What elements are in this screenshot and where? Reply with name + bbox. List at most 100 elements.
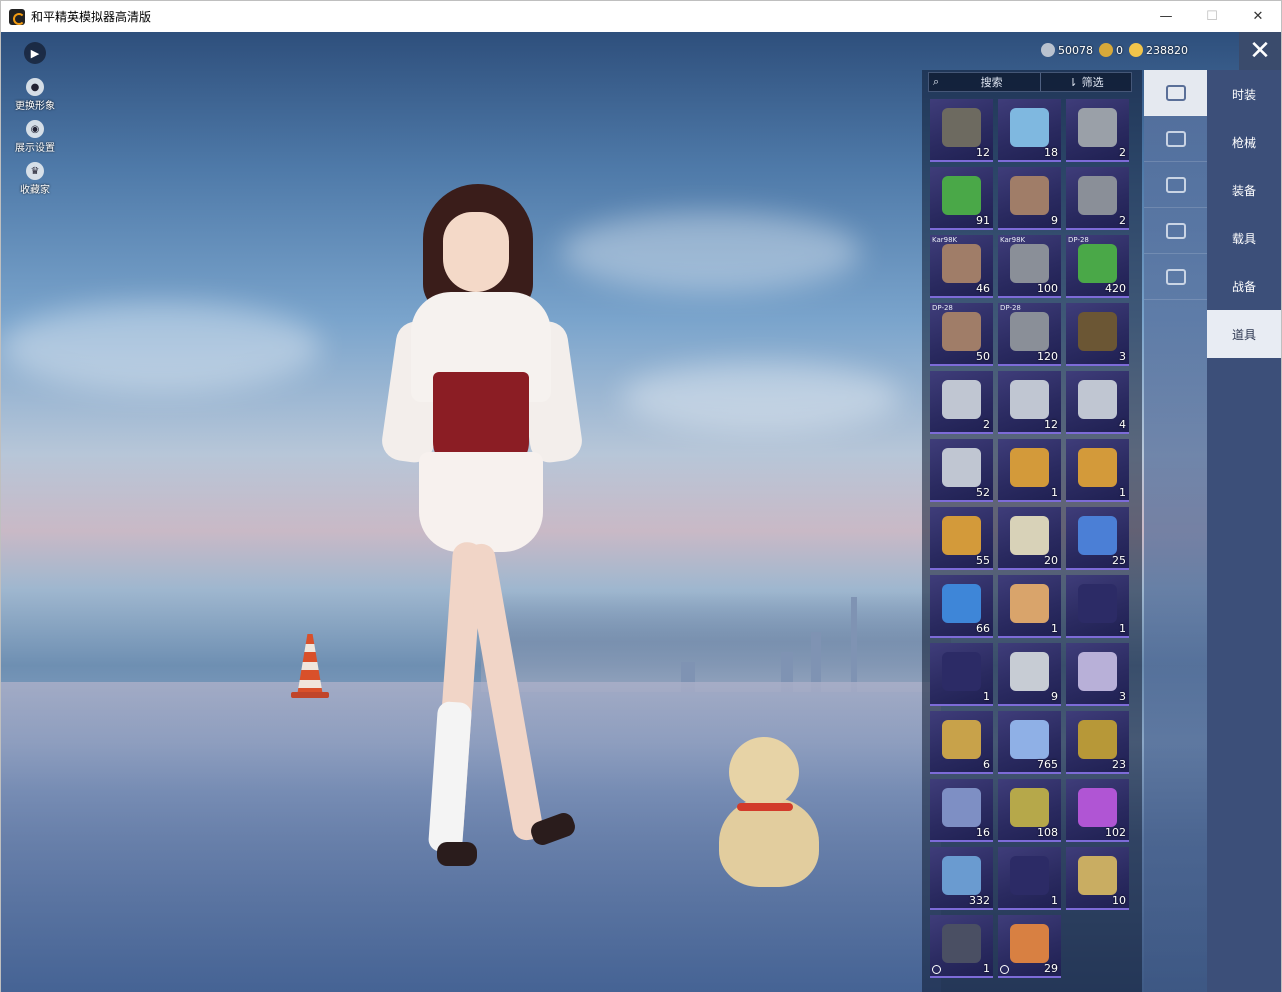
character-face bbox=[443, 212, 509, 292]
inventory-item[interactable]: DP-28 420 bbox=[1066, 235, 1129, 298]
inventory-item[interactable]: 66 bbox=[930, 575, 993, 638]
item-icon bbox=[1078, 516, 1117, 555]
inventory-item[interactable]: 3 bbox=[1066, 303, 1129, 366]
category-ticket[interactable] bbox=[1144, 208, 1207, 254]
tab-item[interactable]: 时装 bbox=[1207, 70, 1281, 118]
inventory-item[interactable]: 1 bbox=[998, 575, 1061, 638]
inventory-item[interactable]: 9 bbox=[998, 643, 1061, 706]
inventory-item[interactable]: 25 bbox=[1066, 507, 1129, 570]
inventory-item[interactable]: 55 bbox=[930, 507, 993, 570]
display-settings-button[interactable]: ◉ 展示设置 bbox=[9, 120, 61, 154]
tab-item[interactable]: 枪械 bbox=[1207, 118, 1281, 166]
inventory-item[interactable]: 1 bbox=[1066, 575, 1129, 638]
character-skirt bbox=[419, 452, 543, 552]
change-avatar-button[interactable]: ● 更换形象 bbox=[9, 78, 61, 112]
ticket-icon bbox=[1165, 222, 1186, 239]
item-tag: DP-28 bbox=[1068, 236, 1089, 244]
item-quantity: 102 bbox=[1105, 826, 1126, 839]
inventory-item[interactable]: 332 bbox=[930, 847, 993, 910]
inventory-item[interactable]: 12 bbox=[930, 99, 993, 162]
inventory-item[interactable]: 52 bbox=[930, 439, 993, 502]
inventory-item[interactable]: 29 bbox=[998, 915, 1061, 978]
collector-button[interactable]: ♛ 收藏家 bbox=[9, 162, 61, 196]
maximize-button[interactable]: ☐ bbox=[1189, 1, 1235, 32]
item-quantity: 9 bbox=[1051, 690, 1058, 703]
item-icon bbox=[1078, 856, 1117, 895]
inventory-item[interactable]: 3 bbox=[1066, 643, 1129, 706]
inventory-item[interactable]: 2 bbox=[1066, 99, 1129, 162]
inventory-item[interactable]: 1 bbox=[998, 847, 1061, 910]
item-icon bbox=[942, 516, 981, 555]
silver-coin-icon bbox=[1041, 43, 1055, 57]
pet-collar bbox=[737, 803, 793, 811]
inventory-item[interactable]: 10 bbox=[1066, 847, 1129, 910]
hud-expand-button[interactable]: ▶ bbox=[9, 42, 61, 70]
inventory-item[interactable]: 20 bbox=[998, 507, 1061, 570]
inventory-item[interactable]: 18 bbox=[998, 99, 1061, 162]
category-calendar[interactable] bbox=[1144, 116, 1207, 162]
inventory-item[interactable]: 23 bbox=[1066, 711, 1129, 774]
tab-column: 时装 枪械 装备 载具 战备 道具 bbox=[1207, 70, 1281, 992]
search-label: 搜索 bbox=[980, 76, 1003, 89]
item-quantity: 91 bbox=[976, 214, 990, 227]
category-burst[interactable] bbox=[1144, 162, 1207, 208]
inventory-item[interactable]: 108 bbox=[998, 779, 1061, 842]
pet-head bbox=[729, 737, 799, 807]
inventory-item[interactable]: Kar98K 100 bbox=[998, 235, 1061, 298]
inventory-item[interactable]: 1 bbox=[998, 439, 1061, 502]
inventory-item[interactable]: 102 bbox=[1066, 779, 1129, 842]
inventory-item[interactable]: 2 bbox=[1066, 167, 1129, 230]
tab-item[interactable]: 装备 bbox=[1207, 166, 1281, 214]
pet-model[interactable] bbox=[719, 737, 819, 887]
inventory-item[interactable]: 2 bbox=[930, 371, 993, 434]
cloud-decoration bbox=[561, 212, 861, 292]
item-tag: Kar98K bbox=[1000, 236, 1026, 244]
inventory-item[interactable]: DP-28 120 bbox=[998, 303, 1061, 366]
item-icon bbox=[1078, 448, 1117, 487]
item-quantity: 10 bbox=[1112, 894, 1126, 907]
item-icon bbox=[942, 312, 981, 351]
item-icon bbox=[1010, 720, 1049, 759]
inventory-item[interactable]: Kar98K 46 bbox=[930, 235, 993, 298]
item-icon bbox=[1010, 312, 1049, 351]
search-input[interactable]: ⌕ 搜索 bbox=[929, 73, 1041, 91]
item-quantity: 108 bbox=[1037, 826, 1058, 839]
category-rifle[interactable] bbox=[1144, 254, 1207, 300]
gold-amount: 238820 bbox=[1146, 43, 1188, 57]
inventory-item[interactable]: 16 bbox=[930, 779, 993, 842]
calendar-icon bbox=[1165, 130, 1186, 147]
clock-icon bbox=[1000, 965, 1009, 974]
item-icon bbox=[1010, 924, 1049, 963]
window-title: 和平精英模拟器高清版 bbox=[31, 10, 152, 24]
silver-amount: 50078 bbox=[1058, 43, 1093, 57]
tab-item[interactable]: 战备 bbox=[1207, 262, 1281, 310]
coupon-amount: 0 bbox=[1116, 43, 1123, 57]
tab-item[interactable]: 道具 bbox=[1207, 310, 1281, 358]
item-quantity: 2 bbox=[1119, 146, 1126, 159]
close-panel-button[interactable]: ✕ bbox=[1239, 32, 1281, 70]
inventory-item[interactable]: 4 bbox=[1066, 371, 1129, 434]
item-quantity: 25 bbox=[1112, 554, 1126, 567]
inventory-item[interactable]: DP-28 50 bbox=[930, 303, 993, 366]
category-card[interactable] bbox=[1144, 70, 1207, 116]
inventory-item[interactable]: 765 bbox=[998, 711, 1061, 774]
tab-item[interactable]: 载具 bbox=[1207, 214, 1281, 262]
inventory-item[interactable]: 12 bbox=[998, 371, 1061, 434]
inventory-item[interactable]: 1 bbox=[930, 643, 993, 706]
character-shoe bbox=[437, 842, 477, 866]
close-window-button[interactable]: ✕ bbox=[1235, 1, 1281, 32]
game-viewport: ▶ ● 更换形象 ◉ 展示设置 ♛ 收藏家 50078 0 238820 ✕ ⌕… bbox=[1, 32, 1281, 992]
inventory-item[interactable]: 1 bbox=[1066, 439, 1129, 502]
inventory-item[interactable]: 91 bbox=[930, 167, 993, 230]
item-quantity: 46 bbox=[976, 282, 990, 295]
inventory-item[interactable]: 6 bbox=[930, 711, 993, 774]
filter-button[interactable]: ⇂ 筛选 bbox=[1041, 73, 1131, 91]
minimize-button[interactable]: — bbox=[1143, 1, 1189, 32]
character-model[interactable] bbox=[379, 172, 591, 892]
traffic-cone bbox=[297, 634, 323, 696]
item-icon bbox=[1010, 176, 1049, 215]
inventory-item[interactable]: 9 bbox=[998, 167, 1061, 230]
search-icon: ⌕ bbox=[933, 75, 940, 88]
item-icon bbox=[1010, 652, 1049, 691]
inventory-item[interactable]: 1 bbox=[930, 915, 993, 978]
